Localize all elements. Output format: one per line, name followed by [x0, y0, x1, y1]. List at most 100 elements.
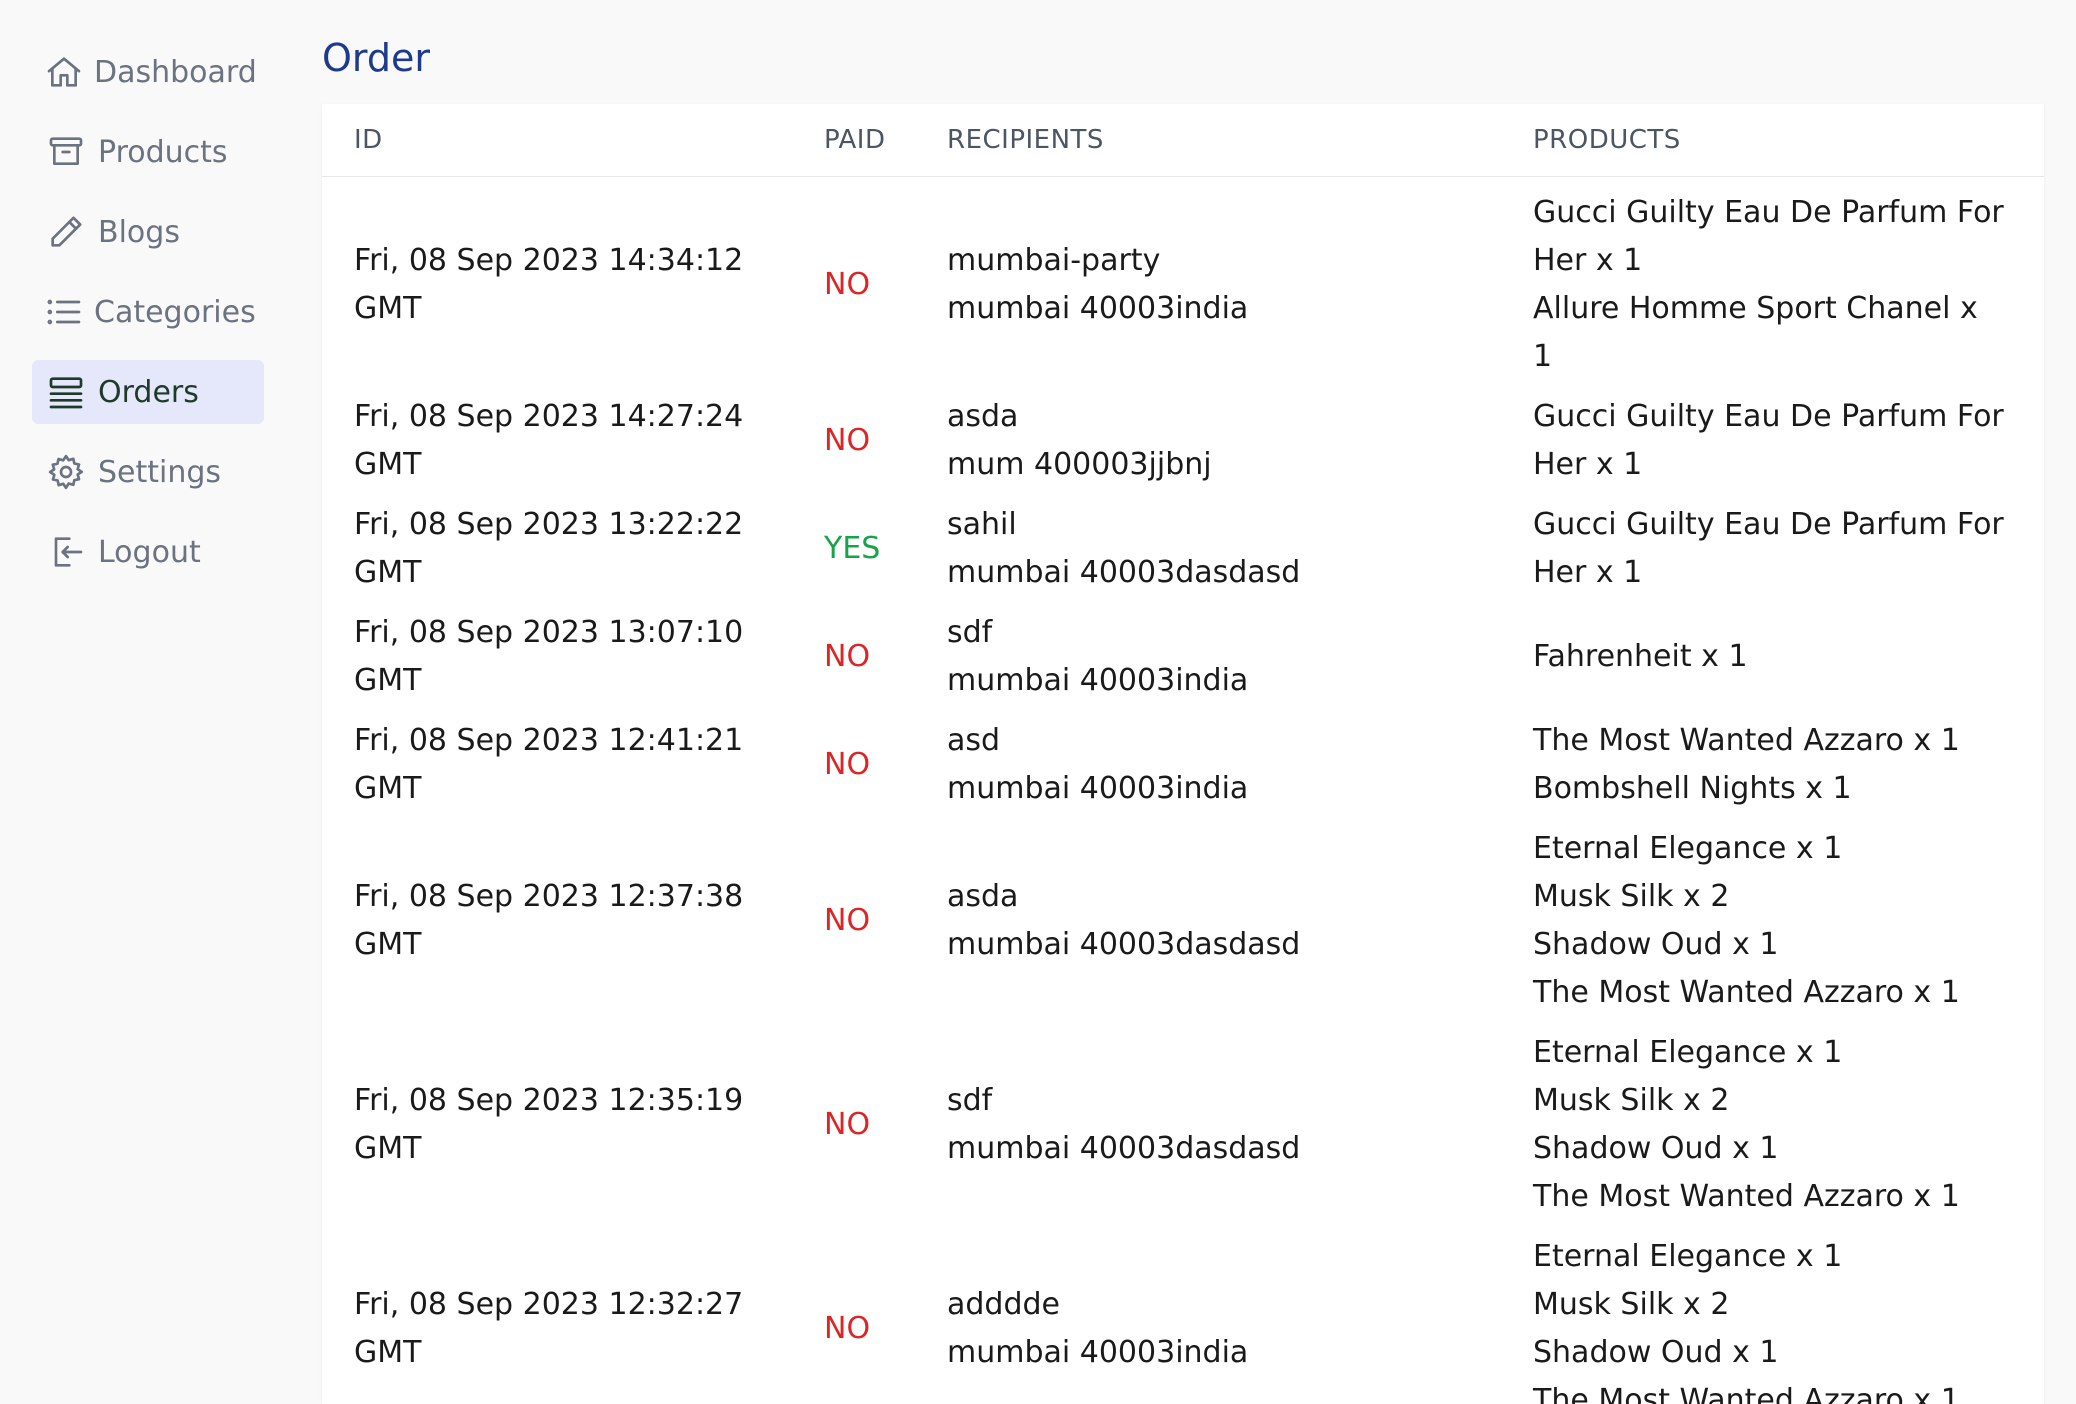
recipient-cell-line: asd — [947, 723, 1001, 758]
order-id-cell-line: Fri, 08 Sep 2023 13:07:10 — [354, 615, 744, 650]
order-id-cell: Fri, 08 Sep 2023 12:37:38 GMT — [322, 819, 792, 1023]
recipient-cell-line: mumbai 40003india — [947, 1335, 1249, 1370]
table-row: Fri, 08 Sep 2023 13:22:22 GMT YES sahil mumb… — [322, 495, 2044, 603]
products-cell-line: Shadow Oud x 1 — [1533, 1335, 1779, 1370]
sidebar-item-categories[interactable]: Categories — [32, 280, 264, 344]
sidebar-item-label: Orders — [98, 374, 199, 410]
sidebar-item-settings[interactable]: Settings — [32, 440, 264, 504]
order-id-cell: Fri, 08 Sep 2023 14:34:12 GMT — [322, 177, 792, 388]
table-header-row: ID PAID RECIPIENTS PRODUCTS — [322, 104, 2044, 177]
archive-box-icon — [44, 130, 88, 174]
sidebar-item-label: Categories — [94, 294, 256, 330]
recipient-cell-line: mumbai 40003india — [947, 291, 1249, 326]
order-id-cell-line: Fri, 08 Sep 2023 12:32:27 — [354, 1287, 744, 1322]
products-cell-line: The Most Wanted Azzaro x 1 — [1533, 723, 1960, 758]
paid-status: NO — [824, 423, 871, 458]
order-id-cell-line: GMT — [354, 291, 422, 326]
order-id-cell-line: GMT — [354, 927, 422, 962]
recipient-cell-line: adddde — [947, 1287, 1061, 1322]
orders-table-card: ID PAID RECIPIENTS PRODUCTS Fri, 08 Sep … — [322, 104, 2044, 1404]
paid-status: NO — [824, 1311, 871, 1346]
sidebar-item-logout[interactable]: Logout — [32, 520, 264, 584]
order-id-cell: Fri, 08 Sep 2023 12:41:21 GMT — [322, 711, 792, 819]
recipient-cell: adddde mumbai 40003india — [915, 1227, 1501, 1404]
products-cell-line: Shadow Oud x 1 — [1533, 927, 1779, 962]
order-id-cell: Fri, 08 Sep 2023 14:27:24 GMT — [322, 387, 792, 495]
table-row: Fri, 08 Sep 2023 12:35:19 GMT NO sdf mumbai … — [322, 1023, 2044, 1227]
sidebar: Dashboard Products Blogs Categories Orde… — [32, 40, 264, 600]
sidebar-item-dashboard[interactable]: Dashboard — [32, 40, 264, 104]
recipient-cell-line: asda — [947, 399, 1019, 434]
products-cell: Eternal Elegance x 1 Musk Silk x 2 Shadow … — [1501, 1227, 2044, 1404]
sidebar-item-blogs[interactable]: Blogs — [32, 200, 264, 264]
recipient-cell: mumbai-party mumbai 40003india — [915, 177, 1501, 388]
products-cell: Eternal Elegance x 1 Musk Silk x 2 Shadow … — [1501, 819, 2044, 1023]
column-header-recipients: RECIPIENTS — [915, 104, 1501, 177]
products-cell-line: Eternal Elegance x 1 — [1533, 831, 1843, 866]
order-id-cell-line: Fri, 08 Sep 2023 12:41:21 — [354, 723, 744, 758]
sidebar-item-products[interactable]: Products — [32, 120, 264, 184]
order-id-cell-line: GMT — [354, 1131, 422, 1166]
table-row: Fri, 08 Sep 2023 13:07:10 GMT NO sdf mumbai … — [322, 603, 2044, 711]
products-cell-line: Musk Silk x 2 — [1533, 1083, 1730, 1118]
logout-icon — [44, 530, 88, 574]
recipient-cell-line: mumbai 40003dasdasd — [947, 555, 1301, 590]
queue-list-icon — [44, 370, 88, 414]
order-id-cell-line: GMT — [354, 771, 422, 806]
products-cell: Gucci Guilty Eau De Parfum For Her x 1 — [1501, 495, 2044, 603]
sidebar-item-label: Blogs — [98, 214, 180, 250]
list-icon — [44, 290, 84, 334]
products-cell-line: Gucci Guilty Eau De Parfum For Her x 1 — [1533, 507, 2004, 590]
paid-status: NO — [824, 639, 871, 674]
recipient-cell: asd mumbai 40003india — [915, 711, 1501, 819]
column-header-paid: PAID — [792, 104, 915, 177]
recipient-cell-line: mumbai 40003dasdasd — [947, 927, 1301, 962]
products-cell-line: Gucci Guilty Eau De Parfum For Her x 1 — [1533, 195, 2004, 278]
recipient-cell-line: sahil — [947, 507, 1017, 542]
order-id-cell-line: GMT — [354, 555, 422, 590]
order-id-cell-line: GMT — [354, 447, 422, 482]
order-id-cell: Fri, 08 Sep 2023 13:07:10 GMT — [322, 603, 792, 711]
paid-status: NO — [824, 267, 871, 302]
paid-status: NO — [824, 903, 871, 938]
recipient-cell-line: sdf — [947, 1083, 993, 1118]
recipient-cell-line: mumbai 40003dasdasd — [947, 1131, 1301, 1166]
order-id-cell-line: GMT — [354, 1335, 422, 1370]
products-cell-line: Gucci Guilty Eau De Parfum For Her x 1 — [1533, 399, 2004, 482]
table-row: Fri, 08 Sep 2023 12:37:38 GMT NO asda mumbai… — [322, 819, 2044, 1023]
order-id-cell: Fri, 08 Sep 2023 13:22:22 GMT — [322, 495, 792, 603]
recipient-cell: asda mum 400003jjbnj — [915, 387, 1501, 495]
products-cell: Gucci Guilty Eau De Parfum For Her x 1 — [1501, 387, 2044, 495]
recipient-cell-line: mumbai 40003india — [947, 771, 1249, 806]
order-id-cell-line: Fri, 08 Sep 2023 12:37:38 — [354, 879, 744, 914]
table-row: Fri, 08 Sep 2023 14:27:24 GMT NO asda mum 40… — [322, 387, 2044, 495]
products-cell: The Most Wanted Azzaro x 1 Bombshell Nigh… — [1501, 711, 2044, 819]
sidebar-item-label: Products — [98, 134, 228, 170]
recipient-cell-line: asda — [947, 879, 1019, 914]
products-cell-line: The Most Wanted Azzaro x 1 — [1533, 1179, 1960, 1214]
table-row: Fri, 08 Sep 2023 12:32:27 GMT NO adddde mumb… — [322, 1227, 2044, 1404]
order-id-cell-line: Fri, 08 Sep 2023 13:22:22 — [354, 507, 744, 542]
gear-icon — [44, 450, 88, 494]
recipient-cell-line: mumbai-party — [947, 243, 1161, 278]
table-row: Fri, 08 Sep 2023 14:34:12 GMT NO mumbai-par… — [322, 177, 2044, 388]
products-cell-line: Shadow Oud x 1 — [1533, 1131, 1779, 1166]
column-header-id: ID — [322, 104, 792, 177]
orders-table: ID PAID RECIPIENTS PRODUCTS Fri, 08 Sep … — [322, 104, 2044, 1404]
products-cell-line: Fahrenheit x 1 — [1533, 639, 1748, 674]
sidebar-item-orders[interactable]: Orders — [32, 360, 264, 424]
products-cell-line: The Most Wanted Azzaro x 1 — [1533, 975, 1960, 1010]
sidebar-item-label: Settings — [98, 454, 222, 490]
paid-status: YES — [824, 531, 881, 566]
order-id-cell-line: Fri, 08 Sep 2023 12:35:19 — [354, 1083, 744, 1118]
recipient-cell: sahil mumbai 40003dasdasd — [915, 495, 1501, 603]
pencil-icon — [44, 210, 88, 254]
recipient-cell: sdf mumbai 40003india — [915, 603, 1501, 711]
home-icon — [44, 50, 84, 94]
recipient-cell-line: sdf — [947, 615, 993, 650]
products-cell-line: The Most Wanted Azzaro x 1 — [1533, 1383, 1960, 1404]
order-id-cell-line: GMT — [354, 663, 422, 698]
column-header-products: PRODUCTS — [1501, 104, 2044, 177]
recipient-cell: asda mumbai 40003dasdasd — [915, 819, 1501, 1023]
order-id-cell: Fri, 08 Sep 2023 12:32:27 GMT — [322, 1227, 792, 1404]
